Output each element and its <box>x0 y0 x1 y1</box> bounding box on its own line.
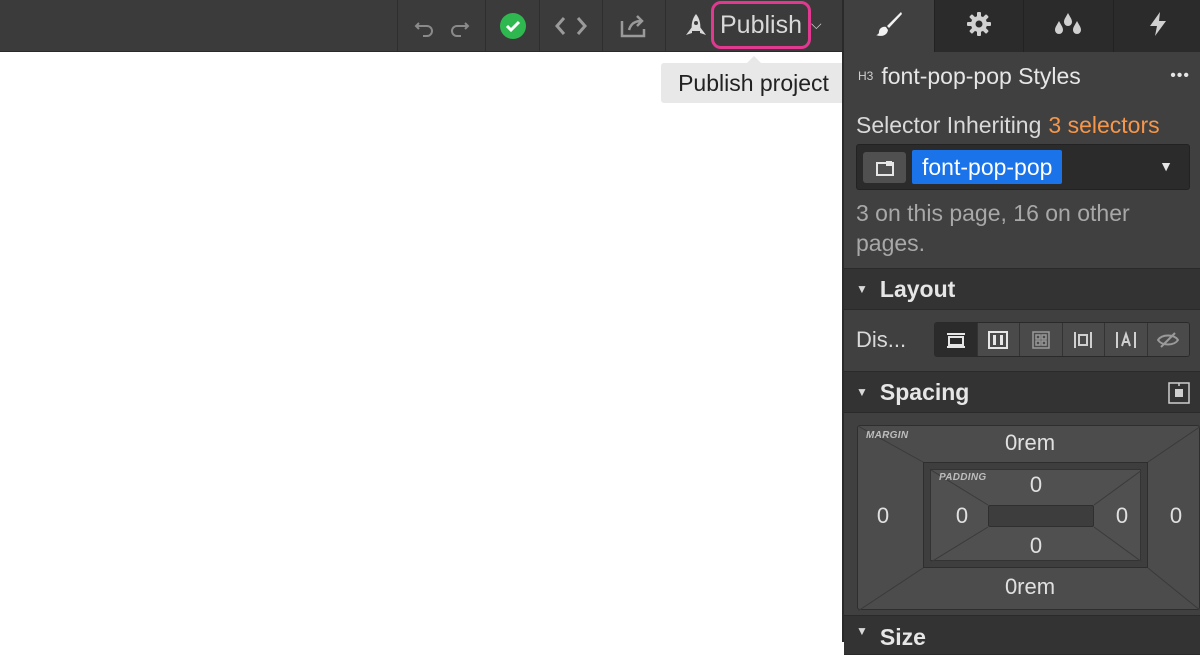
usage-text: 3 on this page, 16 on other pages. <box>844 198 1200 258</box>
publish-tooltip: Publish project <box>661 63 846 103</box>
export-group <box>602 0 665 51</box>
selector-token[interactable]: font-pop-pop <box>912 150 1062 184</box>
undo-icon[interactable] <box>413 15 435 37</box>
margin-label: MARGIN <box>866 430 908 441</box>
padding-top-value[interactable]: 0 <box>1021 472 1051 498</box>
spacing-box-icon[interactable] <box>1168 382 1190 409</box>
code-group <box>539 0 602 51</box>
margin-left-value[interactable]: 0 <box>868 503 898 529</box>
layout-section-header[interactable]: ▼ Layout <box>844 268 1200 310</box>
usage-text-line2: pages. <box>856 228 1200 258</box>
paintbrush-icon <box>875 10 903 43</box>
caret-down-icon: ▼ <box>856 385 868 399</box>
publish-button[interactable]: Publish <box>711 1 811 49</box>
padding-label: PADDING <box>939 472 986 483</box>
usage-text-line1: 3 on this page, 16 on other <box>856 198 1200 228</box>
more-options-icon[interactable]: ••• <box>1170 67 1190 85</box>
panel-tabs <box>844 0 1200 52</box>
spacing-title: Spacing <box>880 379 969 406</box>
display-inline-button[interactable] <box>1104 323 1147 356</box>
display-options <box>934 322 1190 357</box>
caret-down-icon: ▼ <box>856 624 868 638</box>
padding-bottom-value[interactable]: 0 <box>1021 533 1051 559</box>
code-icon[interactable] <box>555 15 587 37</box>
spacing-box-model: MARGIN 0rem 0rem 0 0 PADDING 0 0 0 0 <box>857 425 1200 610</box>
layout-title: Layout <box>880 276 955 303</box>
selector-label: Selector Inheriting <box>856 112 1041 139</box>
selector-field[interactable]: font-pop-pop ▼ <box>856 144 1190 190</box>
display-block-button[interactable] <box>935 323 977 356</box>
check-circle-icon[interactable] <box>499 12 527 40</box>
display-label: Dis... <box>856 327 906 353</box>
display-none-button[interactable] <box>1147 323 1190 356</box>
style-panel: H3 font-pop-pop Styles ••• Selector Inhe… <box>842 0 1200 642</box>
display-flex-button[interactable] <box>977 323 1020 356</box>
padding-right-value[interactable]: 0 <box>1107 503 1137 529</box>
undo-redo-group <box>397 0 485 51</box>
display-inline-block-button[interactable] <box>1062 323 1105 356</box>
content-box <box>988 505 1094 527</box>
rocket-icon[interactable] <box>682 13 710 39</box>
gear-icon <box>966 11 992 42</box>
redo-icon[interactable] <box>449 15 471 37</box>
export-share-icon[interactable] <box>619 13 649 39</box>
chevron-down-icon[interactable]: ⌵ <box>811 16 822 33</box>
padding-box: PADDING 0 0 0 0 <box>923 462 1148 568</box>
size-section-header[interactable]: ▼ Size <box>844 615 1200 655</box>
tab-lightning[interactable] <box>1113 0 1200 52</box>
selector-token-label: font-pop-pop <box>922 154 1052 181</box>
padding-inner: PADDING 0 0 0 0 <box>930 469 1141 561</box>
status-check-group <box>485 0 539 51</box>
size-title: Size <box>880 624 926 651</box>
dropdown-caret-icon[interactable]: ▼ <box>1159 158 1173 174</box>
tab-style[interactable] <box>844 0 934 52</box>
selector-row: Selector Inheriting 3 selectors <box>844 108 1200 142</box>
top-toolbar: Publish ⌵ <box>0 0 842 52</box>
caret-down-icon: ▼ <box>856 282 868 296</box>
tab-interactions[interactable] <box>1023 0 1113 52</box>
margin-right-value[interactable]: 0 <box>1161 503 1191 529</box>
spacing-section-header[interactable]: ▼ Spacing <box>844 371 1200 413</box>
element-header: H3 font-pop-pop Styles ••• <box>844 58 1200 94</box>
display-grid-button[interactable] <box>1019 323 1062 356</box>
selector-count-link[interactable]: 3 selectors <box>1048 112 1159 139</box>
padding-left-value[interactable]: 0 <box>947 503 977 529</box>
margin-bottom-value[interactable]: 0rem <box>980 574 1080 600</box>
lightning-icon <box>1148 11 1168 42</box>
droplets-icon <box>1053 12 1083 41</box>
element-title: font-pop-pop Styles <box>881 63 1080 90</box>
margin-top-value[interactable]: 0rem <box>980 430 1080 456</box>
design-canvas[interactable] <box>0 52 842 642</box>
selector-type-icon[interactable] <box>863 152 906 183</box>
element-tag: H3 <box>858 69 873 83</box>
tab-settings[interactable] <box>934 0 1024 52</box>
